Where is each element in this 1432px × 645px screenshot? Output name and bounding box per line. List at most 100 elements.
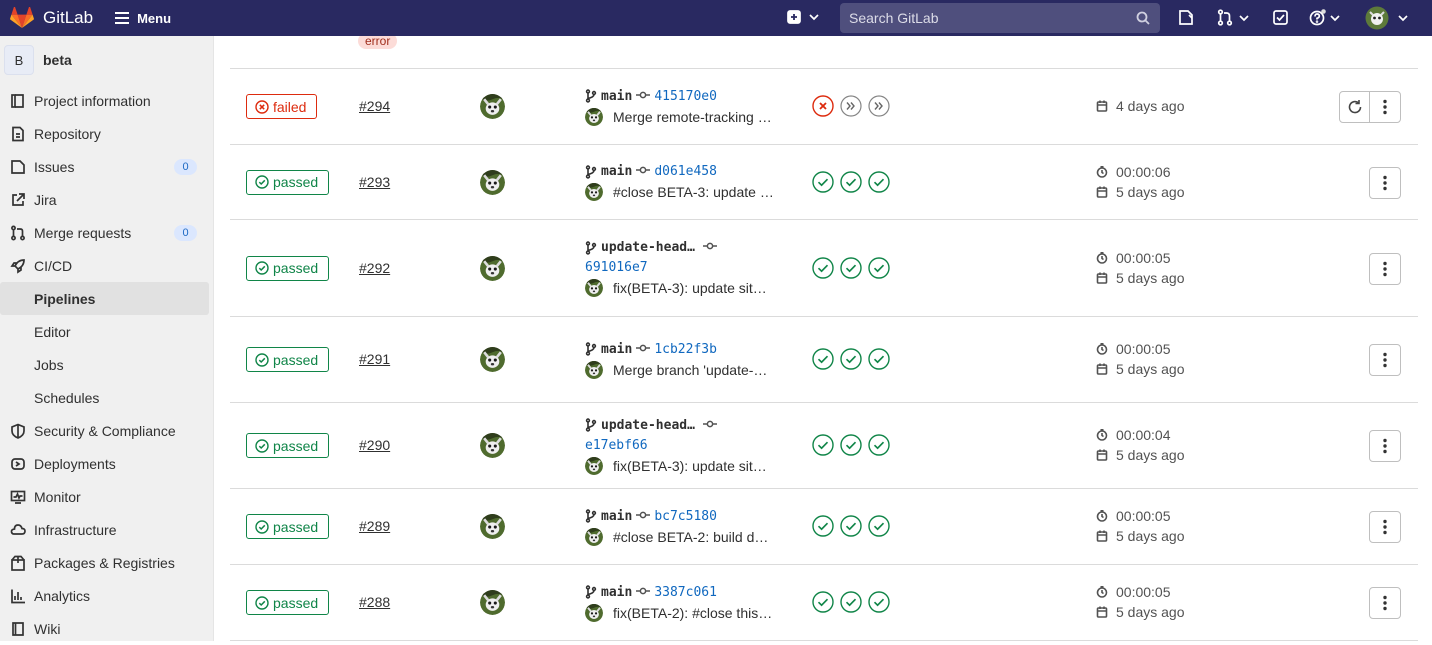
search-input[interactable] xyxy=(849,10,1129,26)
stage-success-icon[interactable] xyxy=(868,170,890,193)
stage-success-icon[interactable] xyxy=(840,434,862,456)
commit-author-avatar[interactable] xyxy=(585,456,603,475)
stage-failed-icon[interactable] xyxy=(812,95,834,117)
sidebar-item-jobs[interactable]: Jobs xyxy=(0,348,213,381)
new-dropdown-button[interactable] xyxy=(787,10,819,24)
stage-success-icon[interactable] xyxy=(868,434,890,456)
branch-link[interactable]: main xyxy=(601,89,632,104)
sidebar-item-analytics[interactable]: Analytics xyxy=(0,579,213,612)
stage-success-icon[interactable] xyxy=(812,434,834,456)
pipeline-status-badge[interactable]: passed xyxy=(246,433,330,458)
commit-author-avatar[interactable] xyxy=(585,107,603,126)
pipeline-status-badge[interactable]: passed xyxy=(246,590,330,615)
sidebar-item-deployments[interactable]: Deployments xyxy=(0,447,213,480)
stage-success-icon[interactable] xyxy=(812,591,834,613)
commit-author-avatar[interactable] xyxy=(585,183,603,201)
more-actions-button[interactable] xyxy=(1369,166,1401,199)
commit-message-link[interactable]: #close BETA-2: build d… xyxy=(613,529,768,545)
sidebar-item-project-information[interactable]: Project information xyxy=(0,84,213,117)
stage-success-icon[interactable] xyxy=(840,348,862,370)
help-nav-button[interactable] xyxy=(1309,9,1340,26)
todos-nav-button[interactable] xyxy=(1273,10,1288,25)
commit-sha-link[interactable]: 3387c061 xyxy=(654,585,717,600)
sidebar-item-security[interactable]: Security & Compliance xyxy=(0,414,213,447)
sidebar-item-monitor[interactable]: Monitor xyxy=(0,480,213,513)
menu-button[interactable]: Menu xyxy=(115,11,171,26)
sidebar-item-issues[interactable]: Issues 0 xyxy=(0,150,213,183)
pipeline-status-badge[interactable]: passed xyxy=(246,255,330,281)
stage-success-icon[interactable] xyxy=(812,348,834,370)
pipeline-id-link[interactable]: #288 xyxy=(359,594,390,610)
commit-message-link[interactable]: Merge branch 'update-… xyxy=(613,362,767,378)
triggerer-avatar[interactable] xyxy=(480,255,505,281)
branch-link[interactable]: update-head… xyxy=(601,418,695,433)
commit-author-avatar[interactable] xyxy=(585,279,603,297)
commit-sha-link[interactable]: bc7c5180 xyxy=(654,509,717,524)
pipeline-status-badge[interactable]: passed xyxy=(246,514,330,539)
sidebar-item-wiki[interactable]: Wiki xyxy=(0,612,213,645)
triggerer-avatar[interactable] xyxy=(480,94,505,119)
more-actions-button[interactable] xyxy=(1369,430,1401,462)
more-actions-button[interactable] xyxy=(1369,252,1401,285)
stage-skipped-icon[interactable] xyxy=(868,95,890,117)
commit-message-link[interactable]: fix(BETA-3): update sit… xyxy=(613,458,767,474)
pipeline-id-link[interactable]: #289 xyxy=(359,518,390,534)
more-actions-button[interactable] xyxy=(1369,587,1401,619)
pipeline-id-link[interactable]: #294 xyxy=(359,98,390,114)
commit-author-avatar[interactable] xyxy=(585,603,603,622)
commit-sha-link[interactable]: 1cb22f3b xyxy=(654,342,717,357)
pipeline-status-badge[interactable]: passed xyxy=(246,169,330,195)
sidebar-item-repository[interactable]: Repository xyxy=(0,117,213,150)
stage-success-icon[interactable] xyxy=(840,591,862,613)
sidebar-item-jira[interactable]: Jira xyxy=(0,183,213,216)
commit-message-link[interactable]: Merge remote-tracking … xyxy=(613,109,772,125)
commit-message-link[interactable]: #close BETA-3: update … xyxy=(613,184,774,200)
pipeline-id-link[interactable]: #291 xyxy=(359,351,390,367)
stage-success-icon[interactable] xyxy=(812,170,834,193)
gitlab-logo[interactable]: GitLab xyxy=(10,7,93,29)
commit-author-avatar[interactable] xyxy=(585,527,603,546)
stage-skipped-icon[interactable] xyxy=(840,95,862,117)
pipeline-id-link[interactable]: #293 xyxy=(359,174,390,190)
stage-success-icon[interactable] xyxy=(840,256,862,279)
sidebar-item-merge-requests[interactable]: Merge requests 0 xyxy=(0,216,213,249)
user-menu-button[interactable] xyxy=(1365,6,1408,30)
commit-sha-link[interactable]: 415170e0 xyxy=(654,89,717,104)
stage-success-icon[interactable] xyxy=(868,256,890,279)
stage-success-icon[interactable] xyxy=(812,256,834,279)
stage-success-icon[interactable] xyxy=(840,170,862,193)
more-actions-button[interactable] xyxy=(1369,344,1401,376)
branch-link[interactable]: main xyxy=(601,342,632,357)
sidebar-item-editor[interactable]: Editor xyxy=(0,315,213,348)
commit-message-link[interactable]: fix(BETA-3): update sit… xyxy=(613,280,767,296)
branch-link[interactable]: update-head… xyxy=(601,240,695,255)
stage-success-icon[interactable] xyxy=(868,591,890,613)
triggerer-avatar[interactable] xyxy=(480,433,505,458)
branch-link[interactable]: main xyxy=(601,509,632,524)
branch-link[interactable]: main xyxy=(601,585,632,600)
sidebar-item-schedules[interactable]: Schedules xyxy=(0,381,213,414)
triggerer-avatar[interactable] xyxy=(480,169,505,195)
pipeline-status-badge[interactable]: failed xyxy=(246,94,318,119)
commit-sha-link[interactable]: e17ebf66 xyxy=(585,438,648,453)
pipeline-id-link[interactable]: #290 xyxy=(359,437,390,453)
commit-sha-link[interactable]: 691016e7 xyxy=(585,260,648,275)
stage-success-icon[interactable] xyxy=(840,515,862,537)
issues-nav-button[interactable] xyxy=(1178,9,1194,26)
sidebar-item-cicd[interactable]: CI/CD xyxy=(0,249,213,282)
triggerer-avatar[interactable] xyxy=(480,590,505,615)
stage-success-icon[interactable] xyxy=(812,515,834,537)
stage-success-icon[interactable] xyxy=(868,348,890,370)
pipeline-id-link[interactable]: #292 xyxy=(359,260,390,276)
more-actions-button[interactable] xyxy=(1369,91,1401,123)
triggerer-avatar[interactable] xyxy=(480,514,505,539)
commit-sha-link[interactable]: d061e458 xyxy=(654,164,717,179)
retry-button[interactable] xyxy=(1339,91,1371,123)
sidebar-item-pipelines[interactable]: Pipelines xyxy=(0,282,209,315)
stage-success-icon[interactable] xyxy=(868,515,890,537)
sidebar-item-packages[interactable]: Packages & Registries xyxy=(0,546,213,579)
pipeline-status-badge[interactable]: passed xyxy=(246,347,330,372)
branch-link[interactable]: main xyxy=(601,164,632,179)
search-box[interactable] xyxy=(840,3,1160,33)
more-actions-button[interactable] xyxy=(1369,511,1401,543)
